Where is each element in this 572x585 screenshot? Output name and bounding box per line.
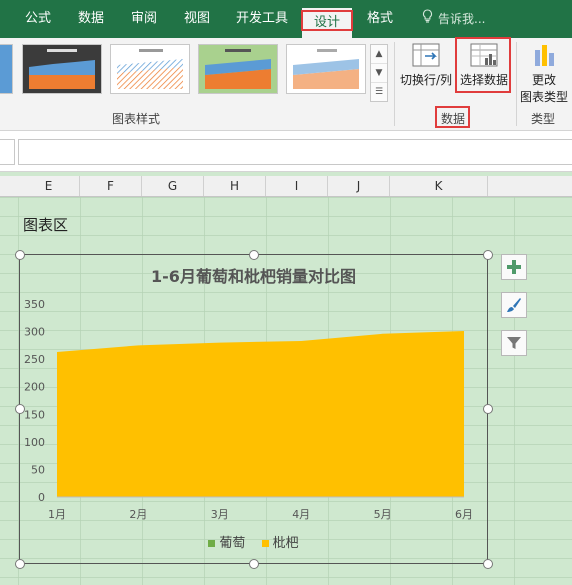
switch-row-column-icon xyxy=(412,43,440,67)
resize-handle[interactable] xyxy=(249,250,259,260)
chart-style-thumb-3[interactable] xyxy=(198,44,278,94)
tell-me-text: 告诉我... xyxy=(438,12,486,26)
filter-icon xyxy=(507,337,521,349)
select-data-label: 选择数据 xyxy=(459,73,508,87)
tab-developer[interactable]: 开发工具 xyxy=(226,0,298,38)
chart-style-thumb-1[interactable] xyxy=(22,44,102,94)
chart-style-thumb-4[interactable] xyxy=(286,44,366,94)
formula-input[interactable] xyxy=(18,139,572,165)
column-header[interactable]: I xyxy=(266,176,328,196)
chart-area-label: 图表区 xyxy=(23,216,69,234)
resize-handle[interactable] xyxy=(15,404,25,414)
data-group-label: 数据 xyxy=(441,112,466,126)
gallery-more-icon[interactable]: ☰ xyxy=(371,83,387,101)
chart-legend[interactable]: 葡萄 枇杷 xyxy=(19,532,488,551)
brush-icon xyxy=(507,298,521,312)
chart-styles-group-label: 图表样式 xyxy=(112,112,161,126)
column-header[interactable]: H xyxy=(204,176,266,196)
column-header[interactable]: K xyxy=(390,176,488,196)
resize-handle[interactable] xyxy=(483,559,493,569)
tab-data[interactable]: 数据 xyxy=(66,0,116,38)
chart-title[interactable]: 1-6月葡萄和枇杷销量对比图 xyxy=(19,263,488,287)
ribbon-tab-bar: 公式 数据 审阅 视图 开发工具 设计 格式 告诉我... xyxy=(0,0,572,38)
chart-elements-button[interactable] xyxy=(501,254,527,280)
resize-handle[interactable] xyxy=(483,250,493,260)
tab-formulas[interactable]: 公式 xyxy=(14,0,62,38)
type-group-label: 类型 xyxy=(531,112,556,126)
change-chart-type-icon xyxy=(535,45,554,66)
resize-handle[interactable] xyxy=(249,559,259,569)
change-chart-type-label-1: 更改 xyxy=(531,73,556,87)
change-chart-type-button[interactable]: 更改 图表类型 xyxy=(518,42,570,105)
legend-label: 葡萄 xyxy=(219,536,246,551)
tab-format[interactable]: 格式 xyxy=(356,0,404,38)
change-chart-type-label-2: 图表类型 xyxy=(519,90,568,104)
chart-styles-button[interactable] xyxy=(501,292,527,318)
switch-row-column-button[interactable]: 切换行/列 xyxy=(397,42,455,88)
plus-icon xyxy=(507,260,521,274)
column-headers: E F G H I J K xyxy=(0,176,572,197)
column-header[interactable]: J xyxy=(328,176,390,196)
tab-view[interactable]: 视图 xyxy=(172,0,222,38)
gallery-scroll[interactable]: ▲ ▼ ☰ xyxy=(370,44,388,102)
column-header[interactable]: E xyxy=(18,176,80,196)
resize-handle[interactable] xyxy=(15,250,25,260)
switch-row-column-label: 切换行/列 xyxy=(399,73,453,87)
legend-swatch xyxy=(261,540,269,547)
column-header[interactable]: G xyxy=(142,176,204,196)
select-data-button[interactable]: 选择数据 xyxy=(458,42,510,88)
column-header[interactable]: F xyxy=(80,176,142,196)
lightbulb-icon xyxy=(420,0,434,38)
tab-design[interactable]: 设计 xyxy=(302,8,352,38)
select-data-icon xyxy=(470,43,498,67)
legend-label: 枇杷 xyxy=(272,536,299,551)
scroll-up-icon[interactable]: ▲ xyxy=(371,45,387,64)
ribbon: ▲ ▼ ☰ 图表样式 切换行/列 选择数据 数据 更改 图表类型 类型 xyxy=(0,38,572,131)
tell-me-box[interactable]: 告诉我... xyxy=(420,0,485,38)
legend-swatch xyxy=(208,540,216,547)
ribbon-separator xyxy=(516,42,517,126)
chart-style-thumb-0[interactable] xyxy=(0,44,13,94)
legend-item-loquat: 枇杷 xyxy=(261,532,299,551)
resize-handle[interactable] xyxy=(15,559,25,569)
tab-review[interactable]: 审阅 xyxy=(120,0,168,38)
chart-area[interactable] xyxy=(19,254,488,564)
resize-handle[interactable] xyxy=(483,404,493,414)
formula-bar-row xyxy=(0,131,572,172)
name-box[interactable] xyxy=(0,139,15,165)
legend-item-grape: 葡萄 xyxy=(208,532,245,551)
ribbon-separator xyxy=(394,42,395,126)
scroll-down-icon[interactable]: ▼ xyxy=(371,64,387,83)
chart-filters-button[interactable] xyxy=(501,330,527,356)
chart-style-thumb-2[interactable] xyxy=(110,44,190,94)
